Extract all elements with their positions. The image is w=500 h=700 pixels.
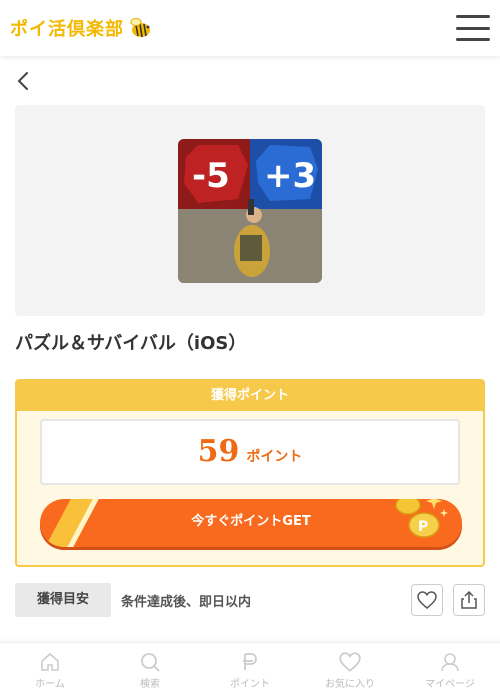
tab-mypage[interactable]: マイページ (400, 643, 500, 700)
estimate-text: 条件達成後、即日以内 (121, 594, 252, 610)
app-header: ポイ活倶楽部 (0, 0, 500, 56)
svg-text:+3: +3 (264, 156, 316, 196)
offer-title: パズル＆サバイバル（iOS） (15, 333, 247, 354)
point-icon (243, 653, 257, 670)
tab-favorites-label: お気に入り (325, 679, 375, 690)
home-icon (41, 652, 59, 671)
offer-image-area: -5 +3 (15, 105, 485, 316)
svg-text:P: P (418, 519, 428, 535)
tab-home-label: ホーム (35, 679, 65, 690)
heart-icon (417, 591, 437, 609)
user-icon (441, 653, 459, 672)
search-icon (141, 653, 160, 672)
svg-text:-5: -5 (192, 156, 230, 196)
tab-points-label: ポイント (230, 679, 270, 690)
favorite-button[interactable] (411, 584, 443, 616)
tab-favorites[interactable]: お気に入り (300, 643, 400, 700)
points-panel: 獲得ポイント 59 ポイント 今すぐポイントGET P (15, 379, 485, 567)
hamburger-icon[interactable] (456, 15, 490, 41)
points-heading: 獲得ポイント (17, 381, 483, 411)
share-button[interactable] (453, 584, 485, 616)
estimate-tag: 獲得目安 (15, 583, 111, 617)
tab-search-label: 検索 (140, 679, 160, 690)
tab-search[interactable]: 検索 (100, 643, 200, 700)
heart-icon (339, 652, 361, 672)
logo-text: ポイ活倶楽部 (10, 19, 124, 40)
get-points-button[interactable]: 今すぐポイントGET P (40, 499, 462, 547)
points-value-box: 59 ポイント (40, 419, 460, 485)
site-logo[interactable]: ポイ活倶楽部 (10, 15, 152, 41)
tab-mypage-label: マイページ (425, 679, 475, 690)
points-unit: ポイント (246, 449, 303, 465)
offer-thumbnail[interactable]: -5 +3 (178, 139, 322, 283)
points-number: 59 (197, 434, 240, 469)
chevron-left-icon[interactable] (12, 68, 36, 94)
game-artwork: -5 +3 (178, 139, 322, 283)
bee-icon (130, 18, 150, 38)
bottom-tabbar: ホーム 検索 ポイント お気に入り マイページ (0, 642, 500, 700)
coins-icon: P (395, 499, 448, 538)
share-icon (461, 590, 477, 609)
estimate-row: 獲得目安 条件達成後、即日以内 (15, 583, 251, 617)
tab-points[interactable]: ポイント (200, 643, 300, 700)
get-points-label: 今すぐポイントGET (191, 514, 311, 529)
tab-home[interactable]: ホーム (0, 643, 100, 700)
